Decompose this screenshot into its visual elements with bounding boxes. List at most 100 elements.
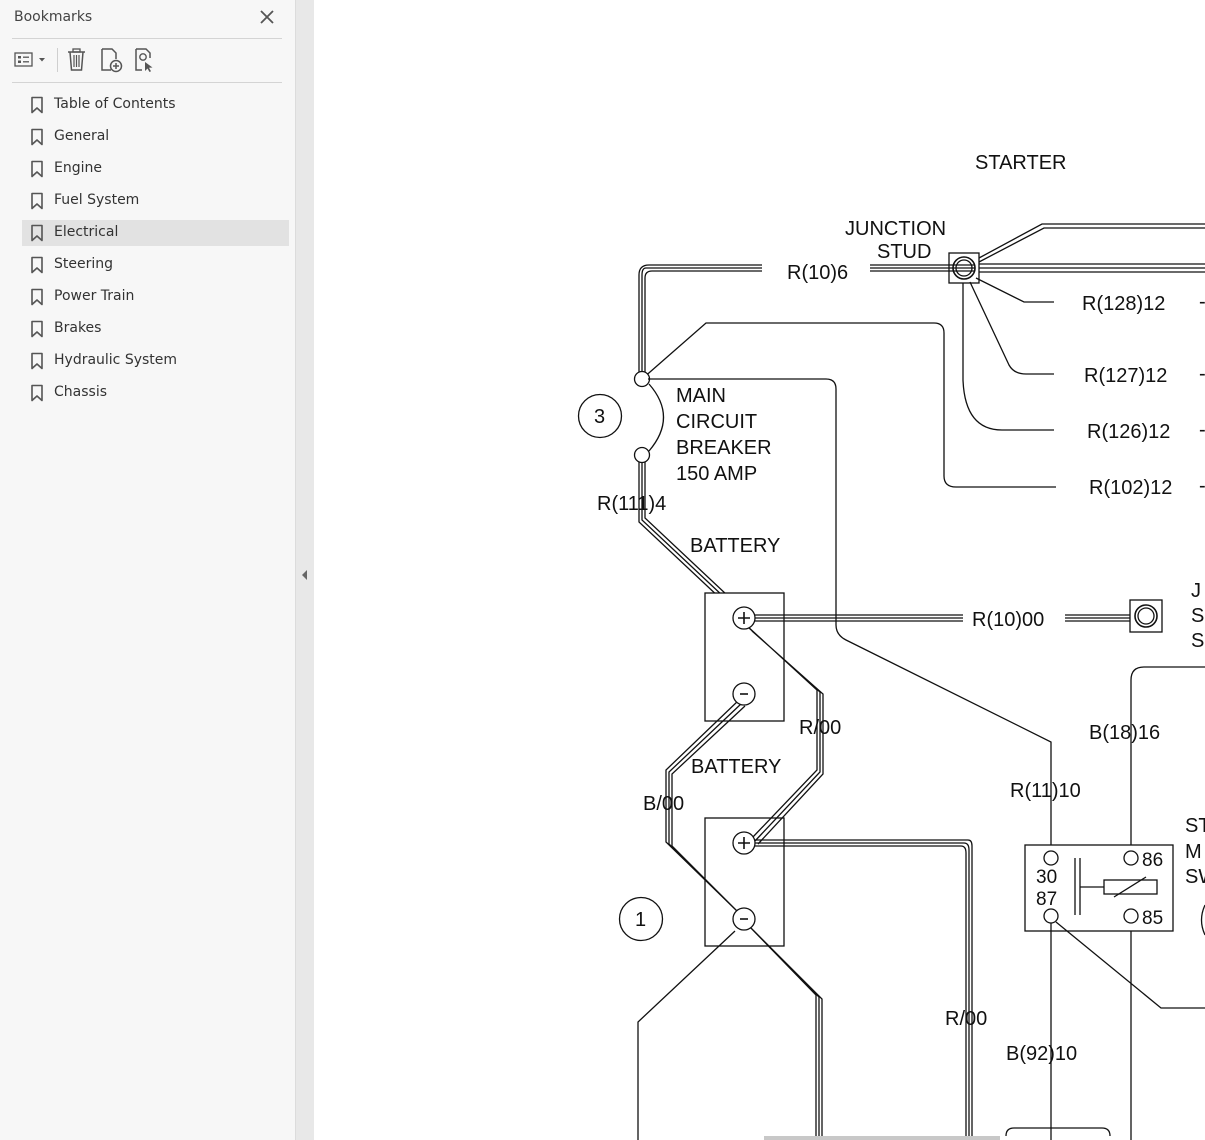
clipped-label-j: J: [1191, 580, 1201, 602]
horizontal-scrollbar[interactable]: [764, 1136, 1000, 1140]
divider: [12, 82, 282, 83]
bookmark-label: Hydraulic System: [54, 352, 178, 368]
bookmark-item[interactable]: Power Train: [22, 284, 289, 310]
new-bookmark-icon: [101, 48, 123, 73]
bookmark-item[interactable]: Fuel System: [22, 188, 289, 214]
bookmark-icon: [31, 224, 43, 242]
label-r127-12: R(127)12: [1084, 365, 1167, 387]
bookmark-icon: [31, 96, 43, 114]
label-r126-12: R(126)12: [1087, 421, 1170, 443]
label-dash-2: -: [1199, 363, 1205, 385]
label-dash-1: -: [1199, 291, 1205, 313]
label-r-00-jumper: R/00: [799, 717, 841, 739]
wire-r-00-down: [755, 839, 973, 1140]
wiring-schematic: STARTER JUNCTION STUD R(10)6 R(128)12 R(…: [577, 152, 1205, 1140]
relay-label-87: 87: [1036, 889, 1057, 910]
toolbar-divider: [57, 48, 58, 72]
label-b-00: B/00: [643, 793, 684, 815]
wire-ground-left: [637, 930, 736, 1140]
breaker-terminal-bottom: [633, 446, 651, 464]
bookmark-item[interactable]: Engine: [22, 156, 289, 182]
label-battery-top: BATTERY: [690, 535, 780, 557]
label-r11-10: R(11)10: [1010, 780, 1081, 802]
relay-label-30: 30: [1036, 867, 1057, 888]
divider: [12, 38, 282, 39]
label-circuit: CIRCUIT: [676, 411, 757, 433]
options-dropdown-button[interactable]: [12, 46, 50, 74]
breaker-terminal-top: [633, 370, 651, 388]
bookmark-label: Engine: [54, 160, 102, 176]
close-panel-button[interactable]: [256, 6, 278, 28]
clipped-label-sw: SW: [1185, 866, 1205, 888]
options-icon: [14, 52, 45, 67]
label-breaker: BREAKER: [676, 437, 772, 459]
label-stud: STUD: [877, 241, 931, 263]
label-battery-bottom: BATTERY: [691, 756, 781, 778]
label-r-00-down: R/00: [945, 1008, 987, 1030]
label-r111-4: R(111)4: [597, 493, 666, 515]
breaker-arc: [648, 383, 665, 452]
bookmark-label: Power Train: [54, 288, 135, 304]
bookmark-label: Table of Contents: [54, 96, 176, 112]
bookmark-label: Brakes: [54, 320, 102, 336]
new-bookmark-button[interactable]: [97, 46, 125, 74]
label-junction: JUNCTION: [845, 218, 946, 240]
relay-terminal-87: [1043, 908, 1059, 924]
label-r102-12: R(102)12: [1089, 477, 1172, 499]
clipped-label-st: ST: [1185, 815, 1205, 837]
callout-1: 1: [635, 909, 646, 931]
clipped-label-m: M: [1185, 841, 1202, 863]
wire-r126-12: [962, 283, 1054, 431]
bookmark-item[interactable]: Chassis: [22, 380, 289, 406]
bookmark-item[interactable]: Hydraulic System: [22, 348, 289, 374]
bookmark-item[interactable]: General: [22, 124, 289, 150]
bookmark-label: Fuel System: [54, 192, 140, 208]
bookmark-label: Steering: [54, 256, 114, 272]
relay-terminal-86: [1123, 850, 1139, 866]
label-dash-4: -: [1199, 475, 1205, 497]
label-b92-10: B(92)10: [1006, 1043, 1077, 1065]
bookmark-icon: [31, 192, 43, 210]
label-150-amp: 150 AMP: [676, 463, 757, 485]
close-icon: [260, 10, 274, 24]
delete-bookmark-button[interactable]: [63, 46, 91, 74]
bookmark-icon: [31, 160, 43, 178]
panel-splitter[interactable]: [295, 0, 314, 1140]
bookmark-icon: [31, 320, 43, 338]
relay-label-86: 86: [1142, 850, 1163, 871]
relay-terminal-30: [1043, 850, 1059, 866]
label-r10-00: R(10)00: [972, 609, 1044, 631]
clipped-label-s1: S: [1191, 605, 1204, 627]
bookmark-item[interactable]: Table of Contents: [22, 92, 289, 118]
bookmark-item[interactable]: Steering: [22, 252, 289, 278]
relay-terminal-85: [1123, 908, 1139, 924]
label-r10-6: R(10)6: [787, 262, 848, 284]
bookmarks-panel: Bookmarks Table of Contents General Engi…: [0, 0, 295, 1140]
wire-starter-upper: [978, 223, 1205, 263]
panel-title: Bookmarks: [14, 9, 93, 25]
partial-circle-right: [1200, 904, 1205, 936]
wire-r10-00: [755, 614, 1133, 622]
clipped-label-s2: S: [1191, 630, 1204, 652]
bookmark-label: Electrical: [54, 224, 119, 240]
find-bookmark-icon: [135, 48, 153, 72]
bookmark-item[interactable]: Electrical: [22, 220, 289, 246]
bookmark-icon: [31, 128, 43, 146]
label-b18-16: B(18)16: [1089, 722, 1160, 744]
wire-starter-main: [979, 263, 1205, 273]
document-view[interactable]: STARTER JUNCTION STUD R(10)6 R(128)12 R(…: [314, 0, 1205, 1140]
trash-icon: [68, 48, 85, 71]
collapse-arrow-icon[interactable]: [301, 569, 309, 581]
bookmark-icon: [31, 352, 43, 370]
wire-ground-right: [747, 924, 823, 1140]
callout-3: 3: [594, 406, 605, 428]
component-bottom: [1005, 1127, 1111, 1137]
bookmark-icon: [31, 384, 43, 402]
find-bookmark-button[interactable]: [131, 46, 159, 74]
bookmark-icon: [31, 256, 43, 274]
bookmark-item[interactable]: Brakes: [22, 316, 289, 342]
label-r128-12: R(128)12: [1082, 293, 1165, 315]
label-main: MAIN: [676, 385, 726, 407]
bookmark-label: General: [54, 128, 110, 144]
relay-label-85: 85: [1142, 908, 1163, 929]
